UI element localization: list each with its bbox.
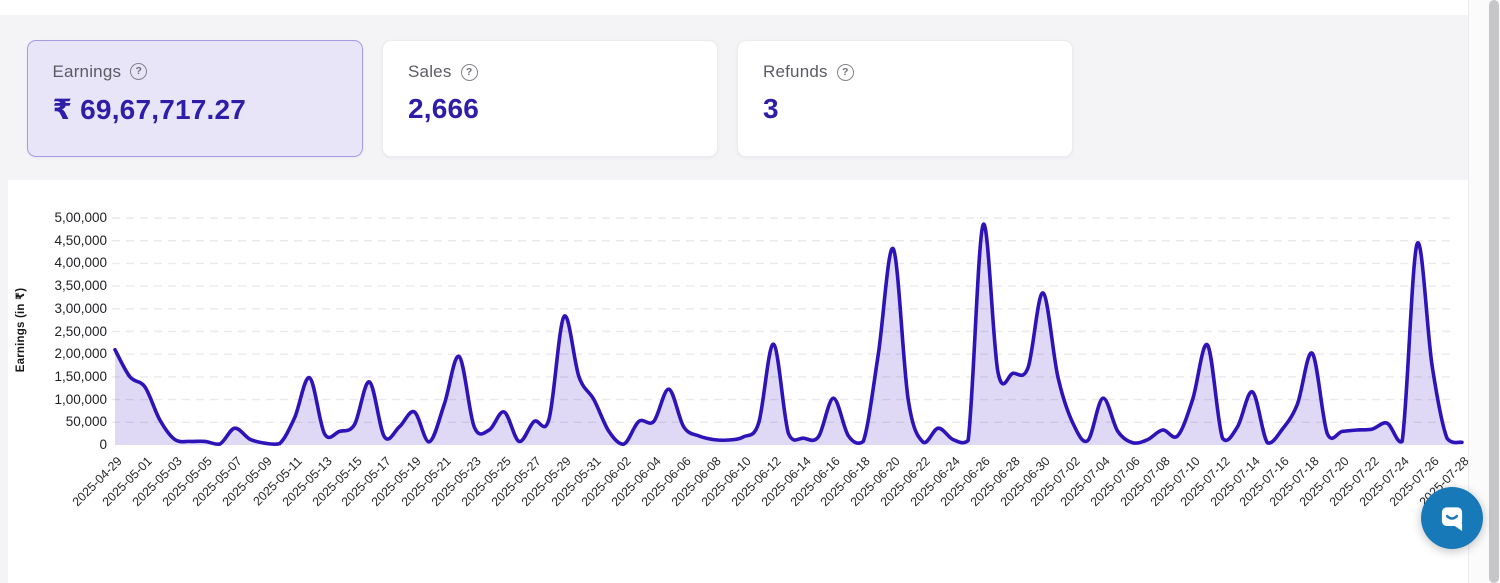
- help-icon[interactable]: ?: [837, 64, 854, 81]
- y-axis-tick-label: 50,000: [8, 414, 107, 429]
- stat-card-sales[interactable]: Sales ? 2,666: [382, 40, 718, 157]
- y-axis-tick-label: 1,00,000: [8, 392, 107, 407]
- stat-card-value: 3: [763, 93, 1047, 125]
- earnings-chart-panel: Earnings (in ₹) 050,0001,00,0001,50,0002…: [8, 180, 1468, 583]
- stat-card-earnings[interactable]: Earnings ? ₹ 69,67,717.27: [27, 40, 363, 157]
- stat-card-value: ₹ 69,67,717.27: [53, 93, 338, 126]
- stat-card-value: 2,666: [408, 93, 692, 125]
- y-axis-tick-label: 2,00,000: [8, 346, 107, 361]
- earnings-series-line: [115, 224, 1462, 444]
- stat-card-label: Earnings: [53, 62, 122, 82]
- earnings-area-chart: [8, 180, 1468, 450]
- scrollbar-thumb[interactable]: [1489, 0, 1499, 583]
- y-axis-tick-label: 2,50,000: [8, 324, 107, 339]
- stat-card-header: Refunds ?: [763, 62, 1047, 82]
- stat-card-label: Refunds: [763, 62, 828, 82]
- stat-card-header: Earnings ?: [53, 62, 338, 82]
- chat-launcher-button[interactable]: [1421, 487, 1483, 549]
- stat-card-label: Sales: [408, 62, 452, 82]
- stat-card-header: Sales ?: [408, 62, 692, 82]
- chat-bubble-icon: [1435, 501, 1469, 535]
- y-axis-tick-label: 1,50,000: [8, 369, 107, 384]
- y-axis-tick-label: 0: [8, 437, 107, 452]
- stats-row: Earnings ? ₹ 69,67,717.27 Sales ? 2,666 …: [27, 40, 1073, 157]
- y-axis-tick-label: 4,50,000: [8, 233, 107, 248]
- y-axis-tick-label: 3,00,000: [8, 301, 107, 316]
- y-axis-tick-label: 3,50,000: [8, 278, 107, 293]
- stat-card-refunds[interactable]: Refunds ? 3: [737, 40, 1073, 157]
- help-icon[interactable]: ?: [130, 63, 147, 80]
- help-icon[interactable]: ?: [461, 64, 478, 81]
- y-axis-tick-label: 5,00,000: [8, 210, 107, 225]
- top-bar: [0, 0, 1468, 15]
- y-axis-tick-label: 4,00,000: [8, 255, 107, 270]
